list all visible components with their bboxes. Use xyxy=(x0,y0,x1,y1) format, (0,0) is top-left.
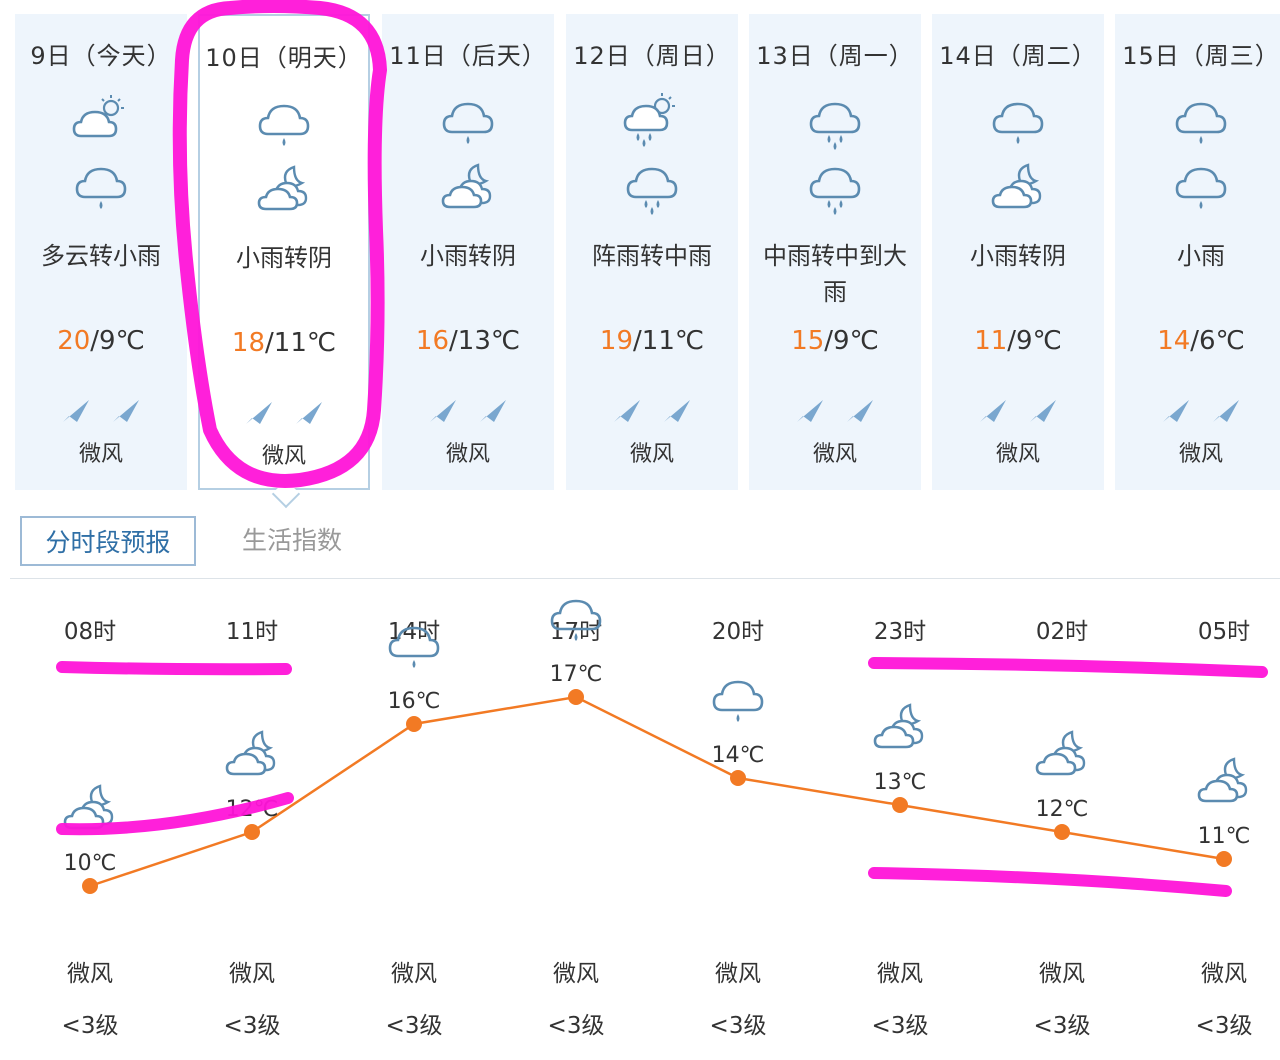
hourly-temperature-chart: 10℃ 12℃ 16℃ 17℃ 14℃ 13℃ 12℃ 11℃ xyxy=(63,599,1251,894)
temperature-value-label: 14℃ xyxy=(712,743,765,768)
hour-wind: 微风 xyxy=(1201,961,1247,987)
hour-wind: 微风 xyxy=(553,961,599,987)
temperature-point xyxy=(244,824,260,840)
hour-wind: 微风 xyxy=(715,961,761,987)
temperature-point xyxy=(892,797,908,813)
hour-wind-level: <3级 xyxy=(547,1013,605,1039)
temperature-line xyxy=(89,695,1225,888)
hour-wind-level: <3级 xyxy=(1195,1013,1253,1039)
temperature-value-label: 11℃ xyxy=(1198,824,1251,849)
cloudy-night-icon xyxy=(63,784,114,830)
cloudy-night-icon xyxy=(873,703,924,749)
hour-wind: 微风 xyxy=(1039,961,1085,987)
hour-wind-level: <3级 xyxy=(709,1013,767,1039)
hour-wind-level: <3级 xyxy=(61,1013,119,1039)
temperature-point xyxy=(406,716,422,732)
rain-icon xyxy=(388,626,440,668)
temperature-point xyxy=(1054,824,1070,840)
rain-icon xyxy=(712,680,764,722)
temperature-value-label: 12℃ xyxy=(1036,797,1089,822)
cloudy-night-icon xyxy=(1197,757,1248,803)
temperature-value-label: 12℃ xyxy=(226,797,279,822)
hour-wind-level: <3级 xyxy=(871,1013,929,1039)
hour-wind-level: <3级 xyxy=(223,1013,281,1039)
temperature-value-label: 10℃ xyxy=(64,851,117,876)
temperature-point xyxy=(568,689,584,705)
temperature-value-label: 17℃ xyxy=(550,662,603,687)
hour-wind: 微风 xyxy=(391,961,437,987)
hour-wind: 微风 xyxy=(67,961,113,987)
hour-wind-level: <3级 xyxy=(385,1013,443,1039)
rain-icon xyxy=(550,599,602,641)
temperature-point xyxy=(730,770,746,786)
temperature-point xyxy=(1216,851,1232,867)
hour-wind: 微风 xyxy=(877,961,923,987)
hour-wind: 微风 xyxy=(229,961,275,987)
hour-wind-level: <3级 xyxy=(1033,1013,1091,1039)
cloudy-night-icon xyxy=(1035,730,1086,776)
temperature-point xyxy=(82,878,98,894)
temperature-value-label: 16℃ xyxy=(388,689,441,714)
temperature-value-label: 13℃ xyxy=(874,770,927,795)
cloudy-night-icon xyxy=(225,730,276,776)
